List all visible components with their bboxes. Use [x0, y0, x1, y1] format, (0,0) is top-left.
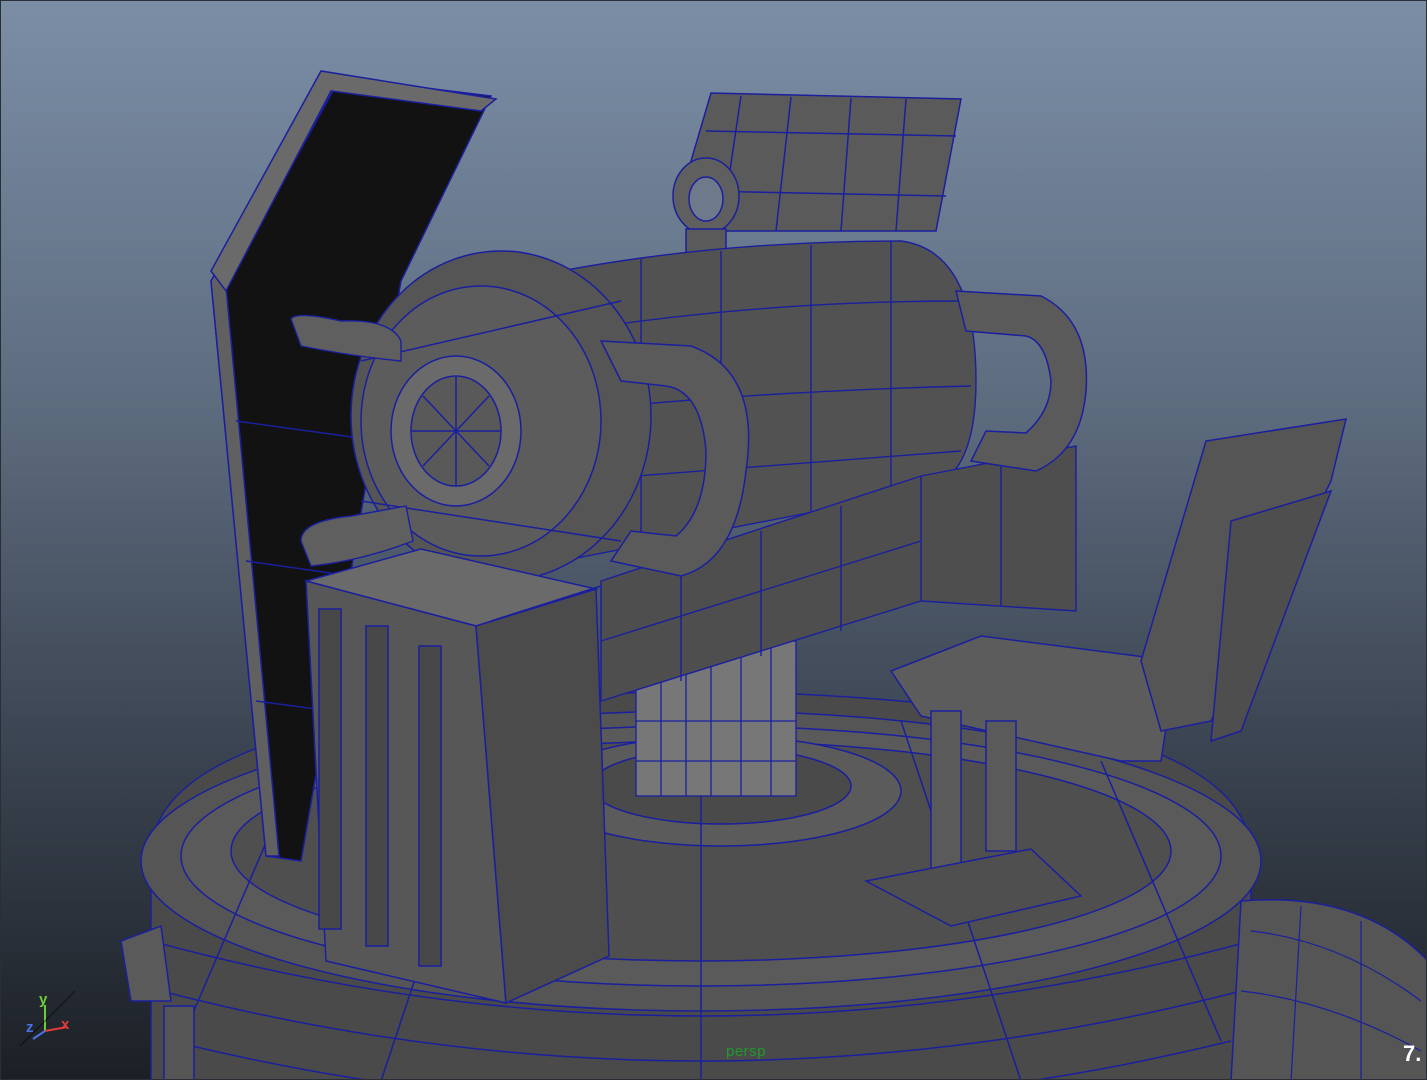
axis-z-label: z: [26, 1019, 34, 1036]
axis-x-label: x: [61, 1016, 70, 1033]
camera-name-label: persp: [725, 1043, 767, 1060]
fps-readout: 7.: [1403, 1041, 1422, 1066]
3d-viewport[interactable]: y x z persp 7.: [0, 0, 1427, 1080]
axis-y-label: y: [39, 991, 48, 1008]
scene-model[interactable]: [1, 1, 1427, 1080]
axis-gizmo: y x z: [15, 990, 85, 1051]
